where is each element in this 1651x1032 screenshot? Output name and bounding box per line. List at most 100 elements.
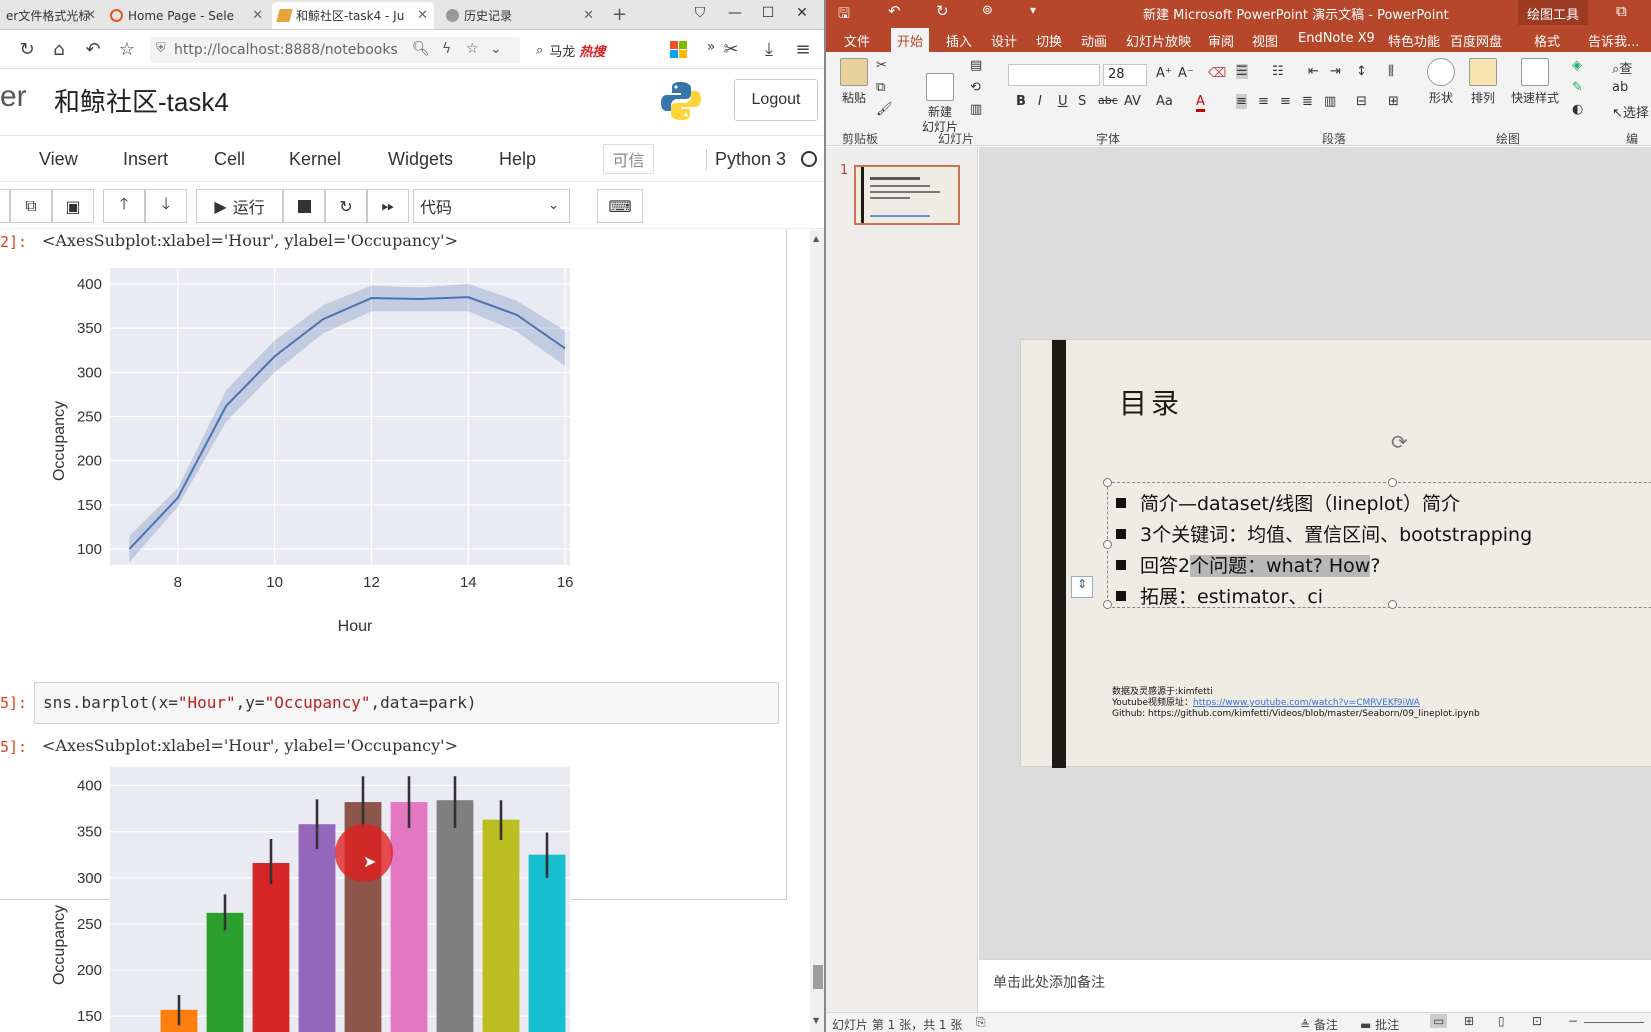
browser-tab-3-active[interactable]: 和鲸社区-task4 - Ju ✕ — [272, 2, 434, 29]
bold-icon[interactable]: B — [1016, 94, 1026, 109]
paste-button[interactable]: 粘贴 — [836, 58, 872, 106]
tab-file[interactable]: 文件 — [844, 31, 870, 50]
close-icon[interactable]: ✕ — [85, 8, 96, 23]
slide-title[interactable]: 目录 — [1119, 382, 1183, 422]
replace-icon[interactable]: ab — [1612, 80, 1628, 95]
shape-button[interactable]: 形状 — [1424, 58, 1458, 106]
columns-icon[interactable]: ⫼ — [1388, 64, 1394, 79]
zoom-out-icon[interactable]: − — [1568, 1014, 1578, 1028]
tab-animations[interactable]: 动画 — [1081, 31, 1107, 50]
align-text-icon[interactable]: ⊟ — [1356, 94, 1367, 109]
redo-icon[interactable]: ↻ — [936, 2, 949, 20]
new-tab-icon[interactable]: + — [612, 4, 627, 25]
download-icon[interactable]: ⤓ — [758, 39, 780, 60]
close-icon[interactable]: ✕ — [583, 8, 594, 23]
scissors-icon[interactable]: ✂ — [720, 39, 742, 60]
search-field[interactable]: ⌕ 马龙 热搜 — [536, 37, 656, 63]
notebook-area[interactable]: 2]: <AxesSubplot:xlabel='Hour', ylabel='… — [0, 230, 826, 1032]
menu-cell[interactable]: Cell — [214, 149, 245, 170]
rotate-handle-icon[interactable]: ⟳ — [1391, 430, 1408, 454]
zoom-icon[interactable]: 🔍︎ — [412, 41, 430, 57]
fill-icon[interactable]: ◈ — [1572, 58, 1582, 73]
shadow-icon[interactable]: S — [1078, 94, 1086, 109]
align-left-icon[interactable]: ≡ — [1236, 94, 1247, 109]
notes-placeholder[interactable]: 单击此处添加备注 — [993, 972, 1105, 992]
change-case-icon[interactable]: Aa — [1156, 94, 1173, 109]
undo-icon[interactable]: ↶ — [82, 39, 104, 60]
url-field[interactable]: ⛨ http://localhost:8888/notebooks 🔍︎ ϟ ☆… — [150, 37, 520, 63]
minimize-icon[interactable]: — — [725, 5, 745, 21]
slide[interactable]: 目录 ⟳ 简介—dataset/线图（lineplot）简介 3个关键词：均值、… — [1020, 339, 1651, 768]
decrease-indent-icon[interactable]: ⇤ — [1308, 64, 1319, 79]
italic-icon[interactable]: I — [1038, 94, 1042, 109]
bullet-item[interactable]: 拓展：estimator、ci — [1116, 582, 1323, 609]
outline-icon[interactable]: ✎ — [1572, 80, 1583, 95]
cut-button[interactable] — [0, 189, 10, 223]
scrollbar-thumb[interactable] — [813, 965, 823, 989]
tell-me-field[interactable]: 告诉我... — [1588, 31, 1639, 50]
section-icon[interactable]: ▥ — [970, 102, 982, 117]
copy-button[interactable]: ⧉ — [10, 189, 52, 223]
save-icon[interactable]: 🖫 — [838, 3, 850, 27]
close-icon[interactable]: ✕ — [252, 8, 263, 23]
apps-icon[interactable] — [670, 41, 688, 59]
browser-tab-1[interactable]: er文件格式光标 ✕ — [0, 2, 102, 29]
resize-handle[interactable] — [1103, 600, 1112, 609]
undo-icon[interactable]: ↶ — [888, 2, 901, 20]
jupyter-logo-fragment[interactable]: er — [0, 80, 27, 114]
tab-design[interactable]: 设计 — [991, 31, 1017, 50]
menu-insert[interactable]: Insert — [123, 149, 168, 170]
customize-icon[interactable]: ▾ — [1030, 3, 1036, 17]
trusted-badge[interactable]: 可信 — [603, 144, 654, 174]
reading-view-icon[interactable]: ▯ — [1498, 1014, 1505, 1028]
copy-icon[interactable]: ⧉ — [876, 80, 885, 95]
favorite-icon[interactable]: ☆ — [466, 41, 479, 57]
presenter-icon[interactable]: ⊚ — [982, 3, 993, 18]
browser-tab-2[interactable]: Home Page - Sele ✕ — [104, 2, 269, 29]
line-spacing-icon[interactable]: ↕ — [1356, 64, 1367, 79]
scroll-up-icon[interactable]: ▲ — [813, 234, 819, 243]
cut-icon[interactable]: ✂ — [876, 58, 887, 73]
youtube-link[interactable]: https://www.youtube.com/watch?v=CMRVEKf9… — [1193, 698, 1420, 708]
normal-view-icon[interactable]: ▭ — [1430, 1014, 1448, 1028]
font-color-icon[interactable]: A — [1196, 94, 1205, 112]
bullet-item[interactable]: 简介—dataset/线图（lineplot）简介 — [1116, 489, 1460, 516]
reset-icon[interactable]: ⟲ — [970, 80, 981, 95]
command-palette-button[interactable]: ⌨ — [597, 189, 643, 223]
tab-transitions[interactable]: 切换 — [1036, 31, 1062, 50]
close-window-icon[interactable]: ✕ — [792, 5, 812, 21]
content-textbox[interactable]: 简介—dataset/线图（lineplot）简介 3个关键词：均值、置信区间、… — [1103, 478, 1651, 609]
code-cell[interactable]: sns.barplot(x="Hour",y="Occupancy",data=… — [34, 682, 779, 724]
star-icon[interactable]: ☆ — [116, 39, 138, 60]
strikethrough-icon[interactable]: abc — [1098, 94, 1118, 107]
underline-icon[interactable]: U — [1058, 94, 1068, 109]
more-icon[interactable]: » — [700, 39, 722, 55]
notes-toggle[interactable]: ≜ 备注 — [1300, 1016, 1338, 1032]
tab-insert[interactable]: 插入 — [946, 31, 972, 50]
paste-button[interactable]: ▣ — [52, 189, 94, 223]
cell-type-select[interactable]: 代码 ⌄ — [413, 189, 570, 223]
tab-features[interactable]: 特色功能 — [1388, 31, 1440, 50]
tab-view[interactable]: 视图 — [1252, 31, 1278, 50]
justify-icon[interactable]: ≣ — [1302, 94, 1313, 109]
scroll-down-icon[interactable]: ▼ — [813, 1016, 819, 1025]
tab-slideshow[interactable]: 幻灯片放映 — [1126, 31, 1191, 50]
menu-widgets[interactable]: Widgets — [388, 149, 453, 170]
resize-handle[interactable] — [1388, 600, 1397, 609]
resize-handle[interactable] — [1388, 478, 1397, 487]
autofit-options-icon[interactable]: ⇕ — [1071, 576, 1093, 598]
move-down-button[interactable]: 🡓 — [145, 189, 187, 223]
align-right-icon[interactable]: ≡ — [1280, 94, 1291, 109]
numbering-icon[interactable]: ☷ — [1272, 64, 1284, 79]
tab-format[interactable]: 格式 — [1534, 31, 1560, 50]
find-button[interactable]: ⌕查 — [1612, 58, 1632, 77]
effects-icon[interactable]: ◐ — [1572, 102, 1583, 117]
resize-handle[interactable] — [1103, 540, 1112, 549]
tshirt-icon[interactable]: ⛉ — [690, 5, 710, 21]
reload-icon[interactable]: ↻ — [16, 39, 38, 60]
notebook-title[interactable]: 和鲸社区-task4 — [54, 82, 229, 119]
select-button[interactable]: ↖选择 — [1612, 102, 1649, 121]
sorter-view-icon[interactable]: ⊞ — [1464, 1014, 1474, 1028]
ribbon-options-icon[interactable]: ⧉ — [1616, 2, 1627, 20]
align-center-icon[interactable]: ≡ — [1258, 94, 1269, 109]
